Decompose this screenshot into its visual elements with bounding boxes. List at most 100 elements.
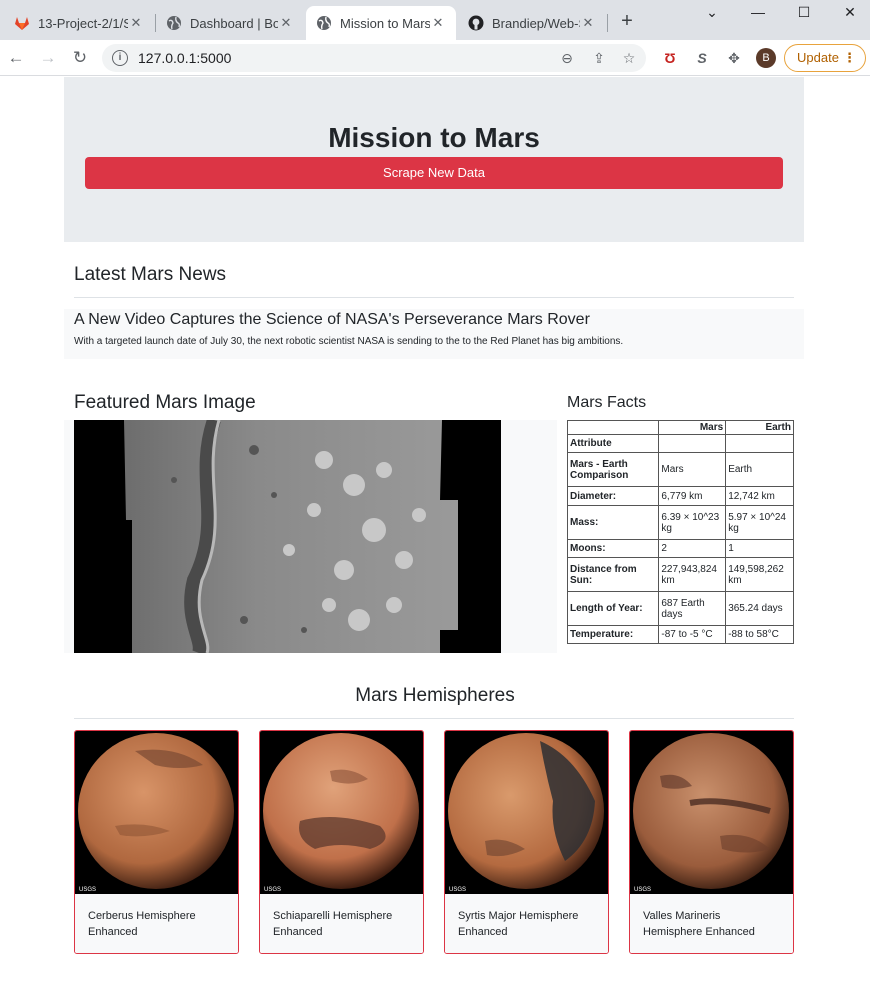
hemisphere-title[interactable]: Valles Marineris Hemisphere Enhanced bbox=[630, 894, 793, 953]
new-tab-icon[interactable]: + bbox=[616, 10, 638, 32]
table-row-label: Mars - Earth Comparison bbox=[566, 452, 660, 487]
news-paragraph: With a targeted launch date of July 30, … bbox=[74, 336, 624, 347]
table-header-cell bbox=[566, 420, 660, 435]
tab-mission-to-mars[interactable]: Mission to Mars ✕ bbox=[306, 6, 456, 40]
hemisphere-title[interactable]: Syrtis Major Hemisphere Enhanced bbox=[445, 894, 608, 953]
browser-tabstrip: 13-Project-2/1/S ✕ Dashboard | Boo ✕ Mis… bbox=[0, 0, 870, 40]
back-arrow-icon[interactable]: ← bbox=[6, 48, 26, 68]
news-panel: A New Video Captures the Science of NASA… bbox=[64, 309, 804, 359]
table-row: Attribute bbox=[566, 434, 794, 453]
table-row: Moons: 2 1 bbox=[566, 539, 794, 558]
tab-github-repo[interactable]: Brandiep/Web-S ✕ bbox=[458, 6, 606, 40]
hemisphere-card-cerberus[interactable]: USGS Cerberus Hemisphere Enhanced bbox=[74, 730, 239, 954]
maximize-window-icon[interactable]: ☐ bbox=[794, 4, 814, 21]
share-icon[interactable]: ⇪ bbox=[590, 50, 608, 66]
news-heading: Latest Mars News bbox=[74, 264, 227, 285]
table-cell: 227,943,824 km bbox=[658, 557, 727, 592]
more-menu-icon[interactable]: ⋮ bbox=[843, 45, 856, 71]
table-row: Length of Year: 687 Earth days 365.24 da… bbox=[566, 591, 794, 626]
close-window-icon[interactable]: ✕ bbox=[840, 4, 860, 21]
table-header-cell: Mars bbox=[658, 420, 727, 435]
hemisphere-image[interactable]: USGS bbox=[75, 731, 238, 894]
featured-mars-image bbox=[74, 420, 501, 653]
profile-avatar[interactable]: B bbox=[756, 48, 776, 68]
mars-facts-table: Mars Earth Attribute Mars - Earth Compar… bbox=[566, 420, 794, 644]
address-bar[interactable]: i 127.0.0.1:5000 ⊖ ⇪ ☆ bbox=[102, 44, 646, 72]
close-tab-icon[interactable]: ✕ bbox=[430, 15, 446, 31]
extension-shield-icon[interactable]: Ʊ bbox=[660, 48, 680, 68]
divider bbox=[74, 718, 794, 719]
bookmark-star-icon[interactable]: ☆ bbox=[620, 50, 638, 66]
globe-icon bbox=[316, 15, 332, 31]
table-row-label: Mass: bbox=[566, 505, 660, 540]
table-cell: -88 to 58°C bbox=[725, 625, 794, 644]
tab-search-chevron-icon[interactable]: ⌄ bbox=[702, 4, 722, 21]
hemisphere-title[interactable]: Cerberus Hemisphere Enhanced bbox=[75, 894, 238, 953]
table-cell: 6.39 × 10^23 kg bbox=[658, 505, 727, 540]
close-tab-icon[interactable]: ✕ bbox=[128, 15, 144, 31]
hemisphere-card-schiaparelli[interactable]: USGS Schiaparelli Hemisphere Enhanced bbox=[259, 730, 424, 954]
divider bbox=[74, 297, 794, 298]
table-row: Mass: 6.39 × 10^23 kg 5.97 × 10^24 kg bbox=[566, 505, 794, 540]
tab-dashboard[interactable]: Dashboard | Boo ✕ bbox=[156, 6, 304, 40]
hemispheres-heading: Mars Hemispheres bbox=[355, 685, 515, 706]
svg-text:USGS: USGS bbox=[264, 887, 281, 893]
table-cell bbox=[658, 434, 727, 453]
page-title: Mission to Mars bbox=[328, 122, 540, 153]
table-cell: 365.24 days bbox=[725, 591, 794, 626]
table-header-row: Mars Earth bbox=[566, 420, 794, 435]
extensions-puzzle-icon[interactable]: ✥ bbox=[724, 48, 744, 68]
reload-icon[interactable]: ↻ bbox=[70, 48, 90, 68]
close-tab-icon[interactable]: ✕ bbox=[278, 15, 294, 31]
github-icon bbox=[468, 15, 484, 31]
tab-separator bbox=[607, 14, 608, 32]
hemisphere-image[interactable]: USGS bbox=[445, 731, 608, 894]
table-row-label: Temperature: bbox=[566, 625, 660, 644]
table-cell: -87 to -5 °C bbox=[658, 625, 727, 644]
scrape-new-data-button[interactable]: Scrape New Data bbox=[85, 157, 783, 189]
table-cell: Earth bbox=[725, 452, 794, 487]
table-cell bbox=[725, 434, 794, 453]
table-row: Temperature: -87 to -5 °C -88 to 58°C bbox=[566, 625, 794, 644]
featured-image-panel bbox=[64, 420, 557, 653]
table-row: Distance from Sun: 227,943,824 km 149,59… bbox=[566, 557, 794, 592]
gitlab-icon bbox=[14, 15, 30, 31]
svg-text:USGS: USGS bbox=[634, 887, 651, 893]
table-index-label: Attribute bbox=[566, 434, 660, 453]
hemisphere-card-syrtis-major[interactable]: USGS Syrtis Major Hemisphere Enhanced bbox=[444, 730, 609, 954]
table-row-label: Moons: bbox=[566, 539, 660, 558]
hemisphere-card-valles-marineris[interactable]: USGS Valles Marineris Hemisphere Enhance… bbox=[629, 730, 794, 954]
table-row: Mars - Earth Comparison Mars Earth bbox=[566, 452, 794, 487]
hemisphere-image[interactable]: USGS bbox=[630, 731, 793, 894]
update-button[interactable]: Update ⋮ bbox=[784, 44, 866, 72]
mars-facts-heading: Mars Facts bbox=[567, 394, 647, 411]
url-text[interactable]: 127.0.0.1:5000 bbox=[138, 50, 231, 66]
table-row-label: Distance from Sun: bbox=[566, 557, 660, 592]
tab-gitlab-project[interactable]: 13-Project-2/1/S ✕ bbox=[4, 6, 154, 40]
update-label: Update bbox=[797, 50, 839, 65]
extension-s-icon[interactable]: S bbox=[692, 48, 712, 68]
forward-arrow-icon[interactable]: → bbox=[38, 48, 58, 68]
table-cell: 687 Earth days bbox=[658, 591, 727, 626]
table-cell: 12,742 km bbox=[725, 486, 794, 506]
table-cell: Mars bbox=[658, 452, 727, 487]
browser-toolbar: ← → ↻ i 127.0.0.1:5000 ⊖ ⇪ ☆ Ʊ S ✥ bbox=[0, 40, 870, 76]
table-cell: 1 bbox=[725, 539, 794, 558]
hemisphere-image[interactable]: USGS bbox=[260, 731, 423, 894]
svg-text:USGS: USGS bbox=[449, 887, 466, 893]
header-jumbotron: Mission to Mars Scrape New Data bbox=[64, 77, 804, 242]
table-cell: 5.97 × 10^24 kg bbox=[725, 505, 794, 540]
table-cell: 2 bbox=[658, 539, 727, 558]
hemisphere-title[interactable]: Schiaparelli Hemisphere Enhanced bbox=[260, 894, 423, 953]
news-title: A New Video Captures the Science of NASA… bbox=[74, 311, 590, 328]
minimize-window-icon[interactable]: — bbox=[748, 4, 768, 20]
zoom-icon[interactable]: ⊖ bbox=[558, 50, 576, 66]
globe-icon bbox=[166, 15, 182, 31]
close-tab-icon[interactable]: ✕ bbox=[580, 15, 596, 31]
table-cell: 6,779 km bbox=[658, 486, 727, 506]
table-row-label: Length of Year: bbox=[566, 591, 660, 626]
table-row: Diameter: 6,779 km 12,742 km bbox=[566, 486, 794, 506]
table-header-cell: Earth bbox=[725, 420, 794, 435]
site-info-icon[interactable]: i bbox=[112, 50, 128, 66]
featured-image-heading: Featured Mars Image bbox=[74, 392, 256, 413]
